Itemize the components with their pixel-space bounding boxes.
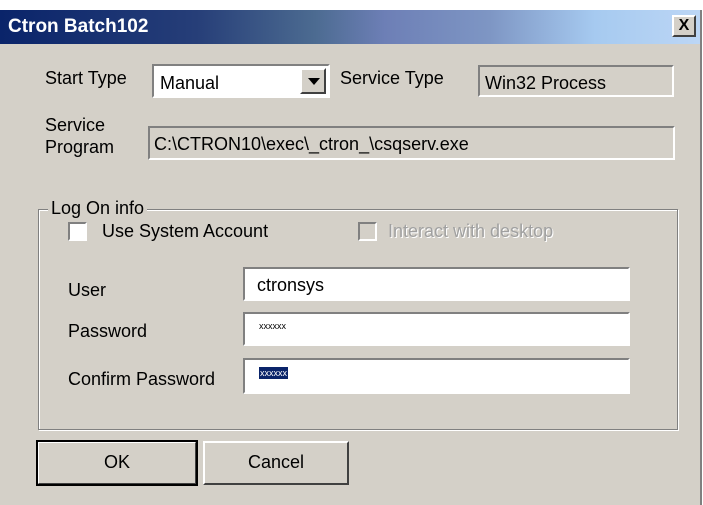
service-program-value: C:\CTRON10\exec\_ctron_\csqserv.exe xyxy=(154,134,469,154)
service-program-label-line2: Program xyxy=(45,137,115,157)
service-type-value: Win32 Process xyxy=(485,73,607,93)
close-button[interactable]: X xyxy=(672,15,696,37)
user-input[interactable]: ctronsys xyxy=(243,267,630,301)
start-type-select[interactable]: Manual xyxy=(152,64,330,98)
log-on-legend: Log On info xyxy=(48,198,148,219)
service-type-label: Service Type xyxy=(340,68,444,88)
window-title: Ctron Batch102 xyxy=(8,16,149,37)
ok-button[interactable]: OK xyxy=(36,440,198,486)
confirm-password-label: Confirm Password xyxy=(68,369,216,389)
service-dialog: Ctron Batch102 X Start Type Manual Servi… xyxy=(0,10,702,505)
start-type-label: Start Type xyxy=(45,68,127,88)
password-input-value: xxxxxx xyxy=(259,321,286,331)
service-type-field: Win32 Process xyxy=(478,65,674,97)
password-label: Password xyxy=(68,321,148,341)
chevron-down-icon xyxy=(308,78,320,85)
password-input[interactable]: xxxxxx xyxy=(243,312,630,346)
cancel-button[interactable]: Cancel xyxy=(203,441,349,485)
start-type-value: Manual xyxy=(160,73,220,93)
user-label: User xyxy=(68,280,107,300)
interact-with-desktop-label: Interact with desktop xyxy=(388,221,554,241)
confirm-password-input[interactable]: xxxxxx xyxy=(243,358,630,394)
title-bar[interactable]: Ctron Batch102 X xyxy=(0,10,700,44)
use-system-account-label[interactable]: Use System Account xyxy=(102,221,268,242)
service-program-label-line1: Service xyxy=(45,115,106,135)
cancel-button-label: Cancel xyxy=(247,452,305,472)
close-icon: X xyxy=(678,17,690,34)
service-program-field: C:\CTRON10\exec\_ctron_\csqserv.exe xyxy=(148,126,675,160)
interact-with-desktop-checkbox xyxy=(358,222,377,241)
ok-button-label: OK xyxy=(103,452,130,472)
confirm-password-input-value: xxxxxx xyxy=(259,367,288,379)
start-type-dropdown-button[interactable] xyxy=(300,68,326,94)
user-input-value: ctronsys xyxy=(257,275,325,295)
use-system-account-checkbox[interactable] xyxy=(68,222,87,241)
